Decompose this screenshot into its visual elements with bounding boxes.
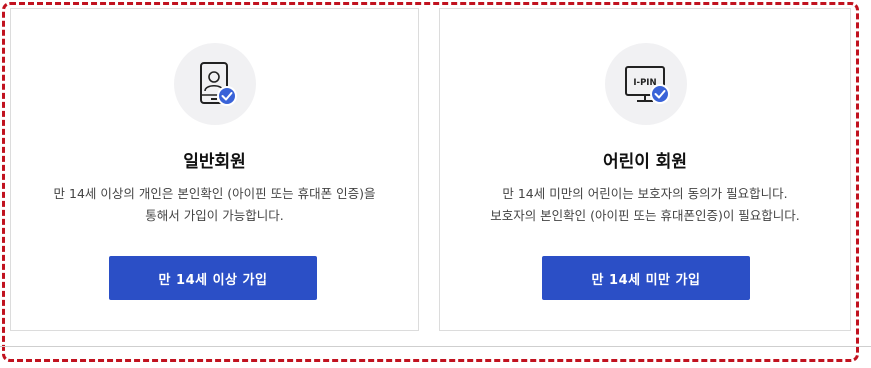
divider-line	[0, 346, 871, 347]
card-description: 만 14세 이상의 개인은 본인확인 (아이핀 또는 휴대폰 인증)을 통해서 …	[11, 183, 418, 227]
ipin-label: I-PIN	[633, 78, 656, 88]
description-line: 보호자의 본인확인 (아이핀 또는 휴대폰인증)이 필요합니다.	[490, 208, 800, 223]
mobile-phone-person-verified-icon	[174, 43, 256, 125]
ipin-monitor-verified-icon: I-PIN	[605, 43, 687, 125]
signup-under-14-button[interactable]: 만 14세 미만 가입	[542, 256, 750, 300]
card-description: 만 14세 미만의 어린이는 보호자의 동의가 필요합니다. 보호자의 본인확인…	[440, 183, 850, 227]
description-line: 만 14세 미만의 어린이는 보호자의 동의가 필요합니다.	[502, 186, 788, 201]
card-title: 어린이 회원	[602, 152, 688, 172]
card-title: 일반회원	[183, 152, 246, 172]
signup-over-14-button[interactable]: 만 14세 이상 가입	[109, 256, 317, 300]
description-line: 만 14세 이상의 개인은 본인확인 (아이핀 또는 휴대폰 인증)을	[53, 186, 376, 201]
general-member-card: 일반회원 만 14세 이상의 개인은 본인확인 (아이핀 또는 휴대폰 인증)을…	[10, 8, 419, 331]
child-member-card: I-PIN 어린이 회원 만 14세 미만의 어린이는 보호자의 동의가 필요합…	[439, 8, 851, 331]
description-line: 통해서 가입이 가능합니다.	[145, 208, 284, 223]
